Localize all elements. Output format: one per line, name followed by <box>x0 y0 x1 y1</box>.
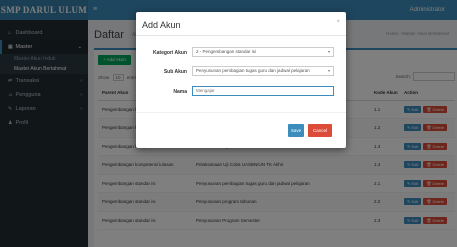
sub-akun-value: Penyusunan pembagian tugas guru dan jadw… <box>196 68 310 73</box>
add-akun-modal: Add Akun × Kategori Akun 2 - Pengembanga… <box>136 12 346 148</box>
sub-akun-select[interactable]: Penyusunan pembagian tugas guru dan jadw… <box>192 66 334 76</box>
kategori-akun-value: 2 - Pengembangan standar isi <box>196 49 257 54</box>
modal-title: Add Akun <box>142 20 181 30</box>
cancel-button[interactable]: Cancel <box>308 124 332 137</box>
caret-down-icon: ▾ <box>327 49 330 54</box>
close-icon[interactable]: × <box>336 19 340 25</box>
kategori-akun-select[interactable]: 2 - Pengembangan standar isi ▾ <box>192 47 334 57</box>
caret-down-icon: ▾ <box>327 68 330 73</box>
modal-footer: Save Cancel <box>136 112 346 148</box>
save-button[interactable]: Save <box>288 124 304 137</box>
kategori-akun-label: Kategori Akun <box>153 50 187 56</box>
nama-label: Nama <box>173 89 187 95</box>
sub-akun-label: Sub Akun <box>163 69 187 75</box>
modal-header: Add Akun × <box>136 12 346 36</box>
nama-input[interactable]: Mengajar <box>192 86 334 96</box>
